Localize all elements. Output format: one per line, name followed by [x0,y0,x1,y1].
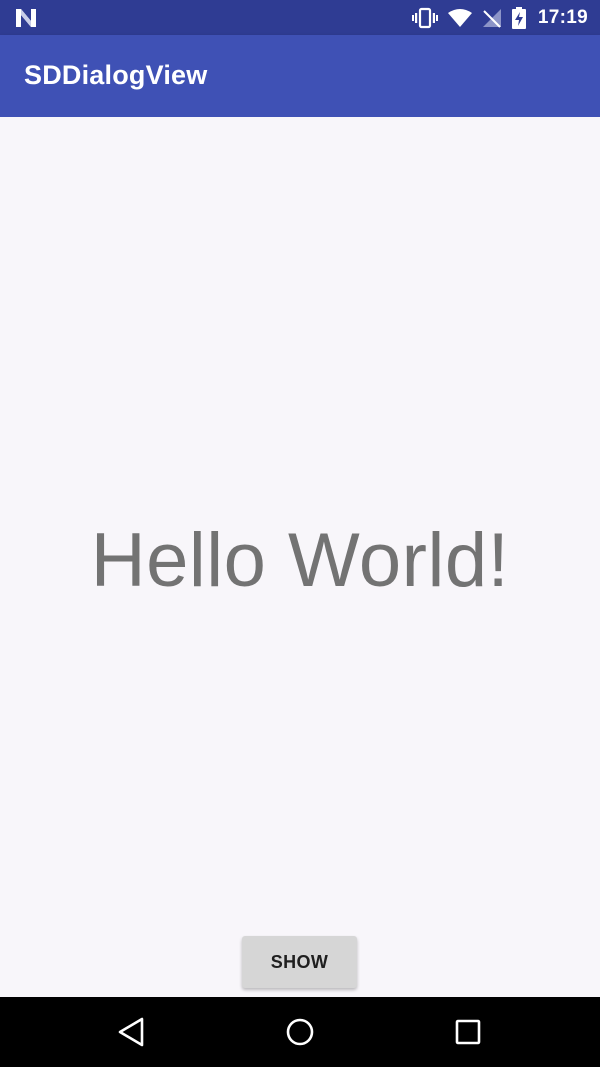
status-time: 17:19 [537,6,588,28]
back-icon[interactable] [112,1012,152,1052]
home-icon[interactable] [280,1012,320,1052]
battery-charging-icon [511,6,526,29]
status-bar: 17:19 [0,0,600,35]
recent-apps-icon[interactable] [448,1012,488,1052]
navigation-bar [0,997,600,1067]
vibrate-icon [411,7,438,29]
hello-text: Hello World! [90,518,510,603]
app-title: SDDialogView [24,60,208,90]
app-bar: SDDialogView [0,35,600,117]
android-n-notification-icon [14,7,38,29]
show-button[interactable]: SHOW [242,936,357,988]
no-signal-icon [482,8,502,28]
status-icons: 17:19 [411,0,588,35]
wifi-icon [447,8,472,28]
main-content: Hello World! SHOW [0,117,600,997]
